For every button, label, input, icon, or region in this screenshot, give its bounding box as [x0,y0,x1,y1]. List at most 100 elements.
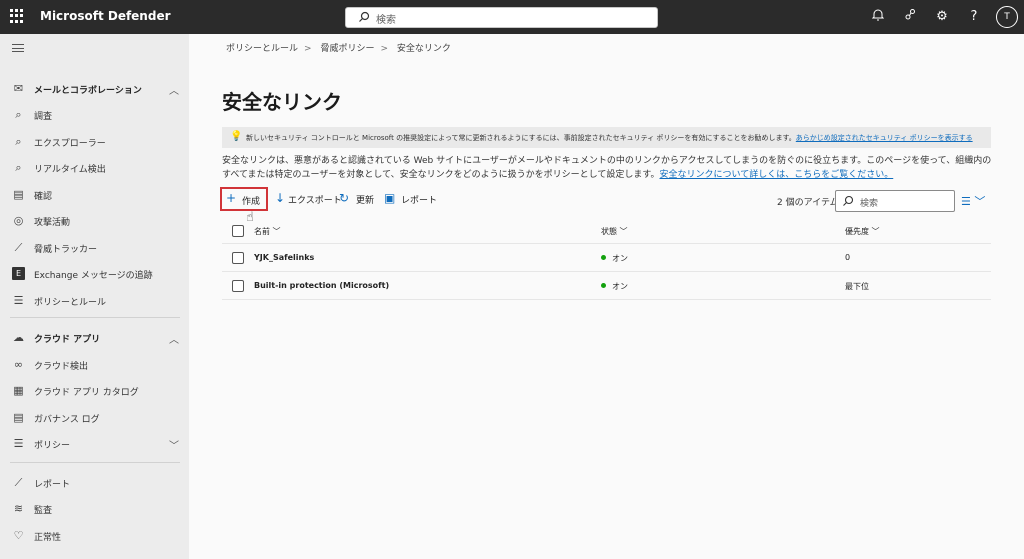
sidebar-item-review[interactable]: ▤ 確認 [0,183,189,207]
audit-icon: ≋ [13,502,24,515]
table-row[interactable]: Built-in protection (Microsoft) オン 最下位 [222,272,991,300]
refresh-button[interactable]: ↻ 更新 [334,187,376,211]
community-icon[interactable] [901,8,919,26]
refresh-label: 更新 [356,196,375,206]
lightbulb-icon: 💡 [230,131,243,142]
sidebar-item-governance-log[interactable]: ▤ ガバナンス ログ [0,406,189,430]
status-dot-icon [601,283,606,288]
sidebar-item-audit[interactable]: ≋ 監査 [0,497,189,521]
app-title[interactable]: Microsoft Defender [40,9,171,23]
policy-name[interactable]: Built-in protection (Microsoft) [254,281,389,290]
sidebar-divider [10,462,180,463]
sidebar-item-label: Exchange メッセージの追跡 [34,271,153,281]
row-checkbox[interactable] [232,280,244,292]
column-header-name[interactable]: 名前 ﹀ [254,226,281,237]
sidebar-item-health[interactable]: ♡ 正常性 [0,524,189,548]
gear-icon[interactable]: ⚙ [933,8,951,26]
sidebar-item-realtime[interactable]: ⌕ リアルタイム検出 [0,156,189,180]
table-search-input[interactable]: 検索 [835,190,955,212]
status-dot-icon [601,255,606,260]
sidebar-item-cloud-discovery[interactable]: ∞ クラウド検出 [0,353,189,377]
tracker-icon: ⟋ [14,241,23,254]
chevron-right-icon: > [304,44,312,54]
status-cell: オン [601,281,628,292]
column-header-state[interactable]: 状態 ﹀ [601,226,628,237]
policy-name[interactable]: YJK_Safelinks [254,253,314,262]
search-icon [359,11,370,22]
hand-cursor-icon: ☝ [246,210,254,225]
breadcrumb-item: 安全なリンク [396,44,451,54]
sidebar-item-explorer[interactable]: ⌕ エクスプローラー [0,130,189,154]
help-icon[interactable]: ? [965,8,983,26]
breadcrumb-item[interactable]: 脅威ポリシー [320,44,374,54]
policy-icon: ☰ [13,294,24,307]
investigation-icon: ⌕ [15,108,22,121]
info-banner: 💡 新しいセキュリティ コントロールと Microsoft の推奨設定によって常… [222,127,991,148]
export-button[interactable]: ↓ エクスポート [270,187,342,211]
breadcrumb: ポリシーとルール > 脅威ポリシー > 安全なリンク [226,41,457,54]
page-title: 安全なリンク [222,90,342,114]
search-placeholder: 検索 [376,15,396,26]
bell-icon[interactable] [869,8,887,26]
sidebar: ✉ メールとコラボレーション ︿ ⌕ 調査 ⌕ エクスプローラー ⌕ リアルタイ… [0,34,189,559]
sidebar-item-label: クラウド アプリ カタログ [34,388,139,398]
global-search-input[interactable]: 検索 [345,7,658,28]
sidebar-item-label: 攻撃活動 [34,218,71,228]
sidebar-item-cloud-catalog[interactable]: ▦ クラウド アプリ カタログ [0,379,189,403]
sidebar-section-email-collab[interactable]: ✉ メールとコラボレーション ︿ [0,77,189,101]
sidebar-item-campaigns[interactable]: ◎ 攻撃活動 [0,209,189,233]
search-icon [843,195,854,206]
avatar[interactable]: T [996,6,1018,28]
catalog-icon: ▦ [13,384,24,397]
item-count: 2 個のアイテム [777,198,839,208]
banner-link[interactable]: あらかじめ設定されたセキュリティ ポリシーを表示する [796,134,973,142]
campaign-icon: ◎ [13,214,24,227]
sidebar-item-label: リアルタイム検出 [34,165,106,175]
row-checkbox[interactable] [232,252,244,264]
sidebar-item-investigation[interactable]: ⌕ 調査 [0,103,189,127]
search-placeholder: 検索 [860,199,879,209]
sidebar-item-label: クラウド アプリ [34,335,101,345]
sidebar-item-policies[interactable]: ☰ ポリシー ﹀ [0,432,189,456]
chevron-up-icon: ︿ [169,86,179,97]
app-launcher-icon[interactable] [10,9,24,23]
hamburger-icon[interactable] [12,44,24,52]
priority-cell: 0 [845,253,851,262]
page-description: 安全なリンクは、悪意があると認識されている Web サイトにユーザーがメールやド… [222,154,992,182]
sidebar-divider [10,317,180,318]
select-all-checkbox[interactable] [232,225,244,237]
mail-icon: ✉ [13,82,24,95]
cloud-icon: ☁ [13,331,24,344]
learn-more-link[interactable]: 安全なリンクについて詳しくは、こちらをご覧ください。 [660,170,894,180]
priority-cell: 最下位 [845,282,869,291]
policy-icon: ☰ [13,437,24,450]
report-button[interactable]: ▣ レポート [379,187,437,211]
sidebar-section-cloud-apps[interactable]: ☁ クラウド アプリ ︿ [0,326,189,350]
create-button[interactable]: + 作成 [220,187,268,211]
report-label: レポート [401,196,438,206]
report-icon: ⟋ [14,476,23,489]
sidebar-item-label: ポリシーとルール [34,298,107,308]
policy-table: 名前 ﹀ 状態 ﹀ 優先度 ﹀ YJK_Safelinks オン 0 Built… [222,219,991,300]
log-icon: ▤ [13,411,24,424]
sidebar-item-label: メールとコラボレーション [34,86,142,96]
table-row[interactable]: YJK_Safelinks オン 0 [222,244,991,272]
sidebar-item-label: 正常性 [34,533,62,543]
breadcrumb-item[interactable]: ポリシーとルール [226,44,298,54]
health-icon: ♡ [13,529,24,542]
exchange-icon: E [12,267,25,280]
banner-text: 新しいセキュリティ コントロールと Microsoft の推奨設定によって常に更… [246,134,796,142]
sidebar-item-policies-rules[interactable]: ☰ ポリシーとルール [0,289,189,313]
refresh-icon: ↻ [339,191,350,205]
sidebar-item-label: ポリシー [34,441,71,451]
status-cell: オン [601,253,628,264]
chevron-up-icon: ︿ [169,335,179,346]
sidebar-item-threat-tracker[interactable]: ⟋ 脅威トラッカー [0,236,189,260]
create-label: 作成 [242,197,261,207]
sidebar-item-label: エクスプローラー [34,139,106,149]
view-options-icon[interactable]: ☰ ﹀ [961,193,985,209]
sidebar-item-exchange-trace[interactable]: E Exchange メッセージの追跡 [0,262,189,286]
column-header-priority[interactable]: 優先度 ﹀ [845,226,880,237]
sidebar-item-label: 確認 [34,192,53,202]
sidebar-item-reports[interactable]: ⟋ レポート [0,471,189,495]
